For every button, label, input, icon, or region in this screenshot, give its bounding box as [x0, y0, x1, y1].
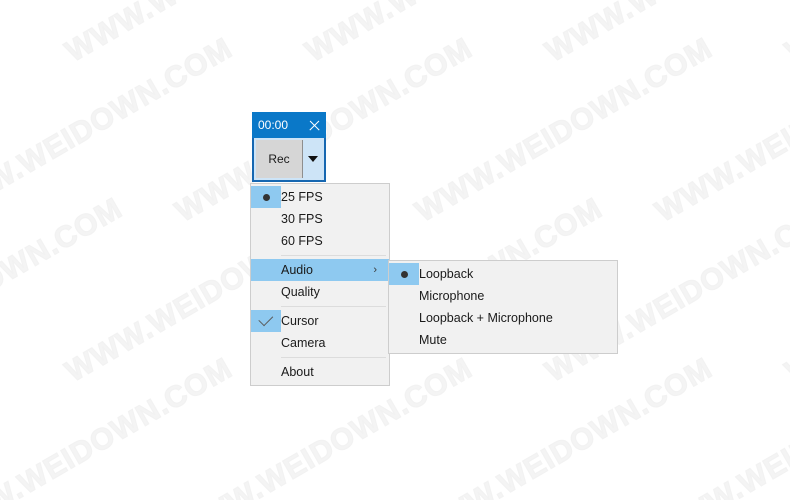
recorder-window: 00:00 Rec — [252, 112, 326, 182]
watermark-text: WWW.WEIDOWN.COM — [649, 31, 790, 229]
menu-item-25-fps[interactable]: 25 FPS — [251, 186, 389, 208]
separator-line — [281, 306, 386, 307]
menu-item-gutter — [389, 329, 419, 351]
watermark-text: WWW.WEIDOWN.COM — [299, 0, 608, 69]
menu-item-about[interactable]: About — [251, 361, 389, 383]
menu-item-gutter — [251, 361, 281, 383]
radio-dot-icon — [262, 193, 270, 201]
rec-dropdown-button[interactable] — [303, 140, 322, 178]
settings-menu: 25 FPS 30 FPS 60 FPS Audio › Quality Cursor Cam… — [250, 183, 390, 386]
watermark-text: WWW.WEIDOWN.COM — [0, 191, 129, 389]
menu-item-label: Loopback + Microphone — [419, 310, 553, 325]
menu-item-gutter — [389, 285, 419, 307]
menu-item-label: Loopback — [419, 266, 474, 281]
menu-separator — [251, 252, 389, 259]
watermark-text: WWW.WEIDOWN.COM — [0, 31, 239, 229]
rec-button-label: Rec — [268, 152, 290, 166]
chevron-right-icon: › — [373, 263, 377, 276]
menu-item-label: Mute — [419, 332, 447, 347]
menu-item-audio[interactable]: Audio › — [251, 259, 389, 281]
recording-timer: 00:00 — [258, 118, 289, 132]
menu-item-label: 60 FPS — [281, 233, 323, 248]
menu-item-label: 30 FPS — [281, 211, 323, 226]
radio-dot-icon — [400, 270, 408, 278]
menu-item-label: Camera — [281, 335, 326, 350]
watermark-text: WWW.WEIDOWN.COM — [0, 351, 239, 500]
menu-item-gutter — [251, 259, 281, 281]
menu-item-gutter — [251, 332, 281, 354]
watermark-text: WWW.WEIDOWN.COM — [779, 191, 790, 389]
recorder-controls: Rec — [252, 138, 326, 182]
audio-option-loopback-microphone[interactable]: Loopback + Microphone — [389, 307, 617, 329]
menu-item-label: Cursor — [281, 313, 319, 328]
radio-selected-icon — [389, 263, 419, 285]
audio-option-loopback[interactable]: Loopback — [389, 263, 617, 285]
watermark-text: WWW.WEIDOWN.COM — [409, 351, 718, 500]
chevron-down-icon — [307, 156, 318, 162]
watermark-text: WWW.WEIDOWN.COM — [409, 31, 718, 229]
menu-item-30-fps[interactable]: 30 FPS — [251, 208, 389, 230]
menu-item-gutter — [389, 307, 419, 329]
watermark-text: WWW.WEIDOWN.COM — [779, 0, 790, 69]
menu-item-quality[interactable]: Quality — [251, 281, 389, 303]
separator-line — [281, 255, 386, 256]
watermark-text: WWW.WEIDOWN.COM — [59, 0, 368, 69]
menu-item-label: Microphone — [419, 288, 485, 303]
radio-selected-icon — [251, 186, 281, 208]
window-titlebar: 00:00 — [252, 112, 326, 138]
menu-item-gutter — [251, 208, 281, 230]
check-mark-icon — [257, 311, 273, 327]
menu-item-label: About — [281, 364, 314, 379]
audio-option-microphone[interactable]: Microphone — [389, 285, 617, 307]
audio-option-mute[interactable]: Mute — [389, 329, 617, 351]
menu-item-gutter — [251, 230, 281, 252]
menu-item-label: 25 FPS — [281, 189, 323, 204]
menu-item-gutter — [251, 281, 281, 303]
menu-item-label: Audio — [281, 262, 313, 277]
menu-item-label: Quality — [281, 284, 320, 299]
watermark-text: WWW.WEIDOWN.COM — [0, 0, 129, 69]
menu-separator — [251, 354, 389, 361]
check-icon — [251, 310, 281, 332]
menu-item-camera[interactable]: Camera — [251, 332, 389, 354]
watermark-text: WWW.WEIDOWN.COM — [649, 351, 790, 500]
menu-item-60-fps[interactable]: 60 FPS — [251, 230, 389, 252]
audio-submenu: Loopback Microphone Loopback + Microphone M… — [388, 260, 618, 354]
watermark-text: WWW.WEIDOWN.COM — [539, 0, 790, 69]
close-icon[interactable] — [308, 119, 321, 132]
rec-button[interactable]: Rec — [256, 140, 303, 178]
menu-item-cursor[interactable]: Cursor — [251, 310, 389, 332]
separator-line — [281, 357, 386, 358]
menu-separator — [251, 303, 389, 310]
watermark-layer: WWW.WEIDOWN.COM WWW.WEIDOWN.COM WWW.WEIDOW… — [0, 0, 790, 500]
